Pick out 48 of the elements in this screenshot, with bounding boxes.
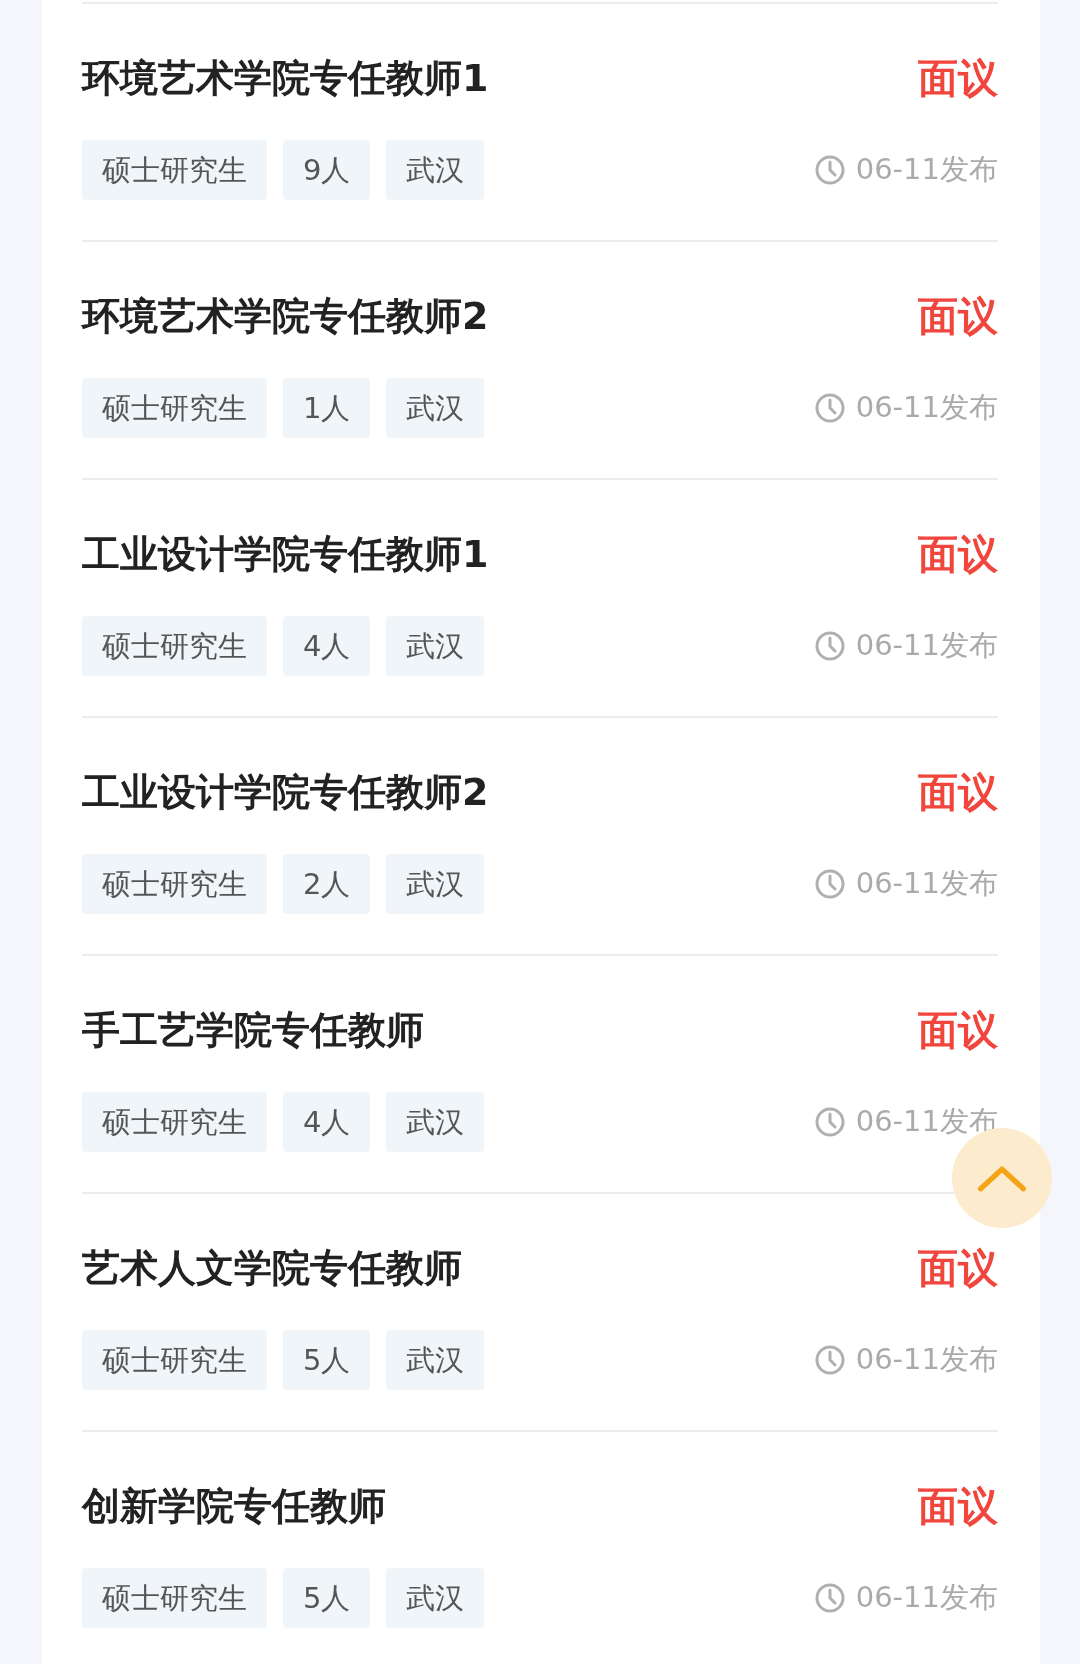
salary-text: 面议: [918, 54, 998, 103]
job-tag: 武汉: [386, 1092, 485, 1152]
clock-icon: [813, 868, 846, 900]
job-tag: 硕士研究生: [82, 378, 267, 438]
job-tag: 2人: [283, 854, 371, 914]
job-tag: 武汉: [386, 140, 485, 200]
clock-icon: [813, 154, 846, 186]
publish-date: 06-11发布: [855, 151, 998, 188]
clock-icon: [813, 1106, 846, 1138]
job-tag: 硕士研究生: [82, 616, 267, 676]
job-tag: 4人: [283, 616, 371, 676]
job-title[interactable]: 工业设计学院专任教师1: [82, 526, 489, 582]
job-tag: 武汉: [386, 854, 485, 914]
job-tag: 9人: [283, 140, 371, 200]
salary-text: 面议: [918, 1006, 998, 1055]
salary-text: 面议: [918, 292, 998, 341]
job-tag: 5人: [283, 1330, 371, 1390]
job-title[interactable]: 环境艺术学院专任教师2: [82, 288, 489, 344]
salary-text: 面议: [918, 1244, 998, 1293]
salary-text: 面议: [918, 768, 998, 817]
publish-date: 06-11发布: [855, 865, 998, 902]
job-title[interactable]: 工业设计学院专任教师2: [82, 764, 489, 820]
job-tag: 硕士研究生: [82, 1330, 267, 1390]
job-tag: 硕士研究生: [82, 854, 267, 914]
job-tag: 硕士研究生: [82, 140, 267, 200]
clock-icon: [813, 630, 846, 662]
clock-icon: [813, 1582, 846, 1614]
job-tag: 武汉: [386, 1568, 485, 1628]
clock-icon: [813, 392, 846, 424]
publish-date: 06-11发布: [855, 1341, 998, 1378]
job-title[interactable]: 手工艺学院专任教师: [82, 1002, 424, 1058]
publish-date: 06-11发布: [855, 1579, 998, 1616]
job-tag: 武汉: [386, 616, 485, 676]
job-title[interactable]: 环境艺术学院专任教师1: [82, 50, 489, 106]
job-tag: 4人: [283, 1092, 371, 1152]
publish-date: 06-11发布: [855, 389, 998, 426]
job-tag: 武汉: [386, 378, 485, 438]
job-tag: 1人: [283, 378, 371, 438]
job-tag: 5人: [283, 1568, 371, 1628]
job-tag: 武汉: [386, 1330, 485, 1390]
job-tag: 硕士研究生: [82, 1568, 267, 1628]
job-title[interactable]: 艺术人文学院专任教师: [82, 1240, 462, 1296]
salary-text: 面议: [918, 1482, 998, 1531]
publish-date: 06-11发布: [855, 627, 998, 664]
job-tag: 硕士研究生: [82, 1092, 267, 1152]
job-title[interactable]: 创新学院专任教师: [82, 1478, 386, 1534]
clock-icon: [813, 1344, 846, 1376]
salary-text: 面议: [918, 530, 998, 579]
